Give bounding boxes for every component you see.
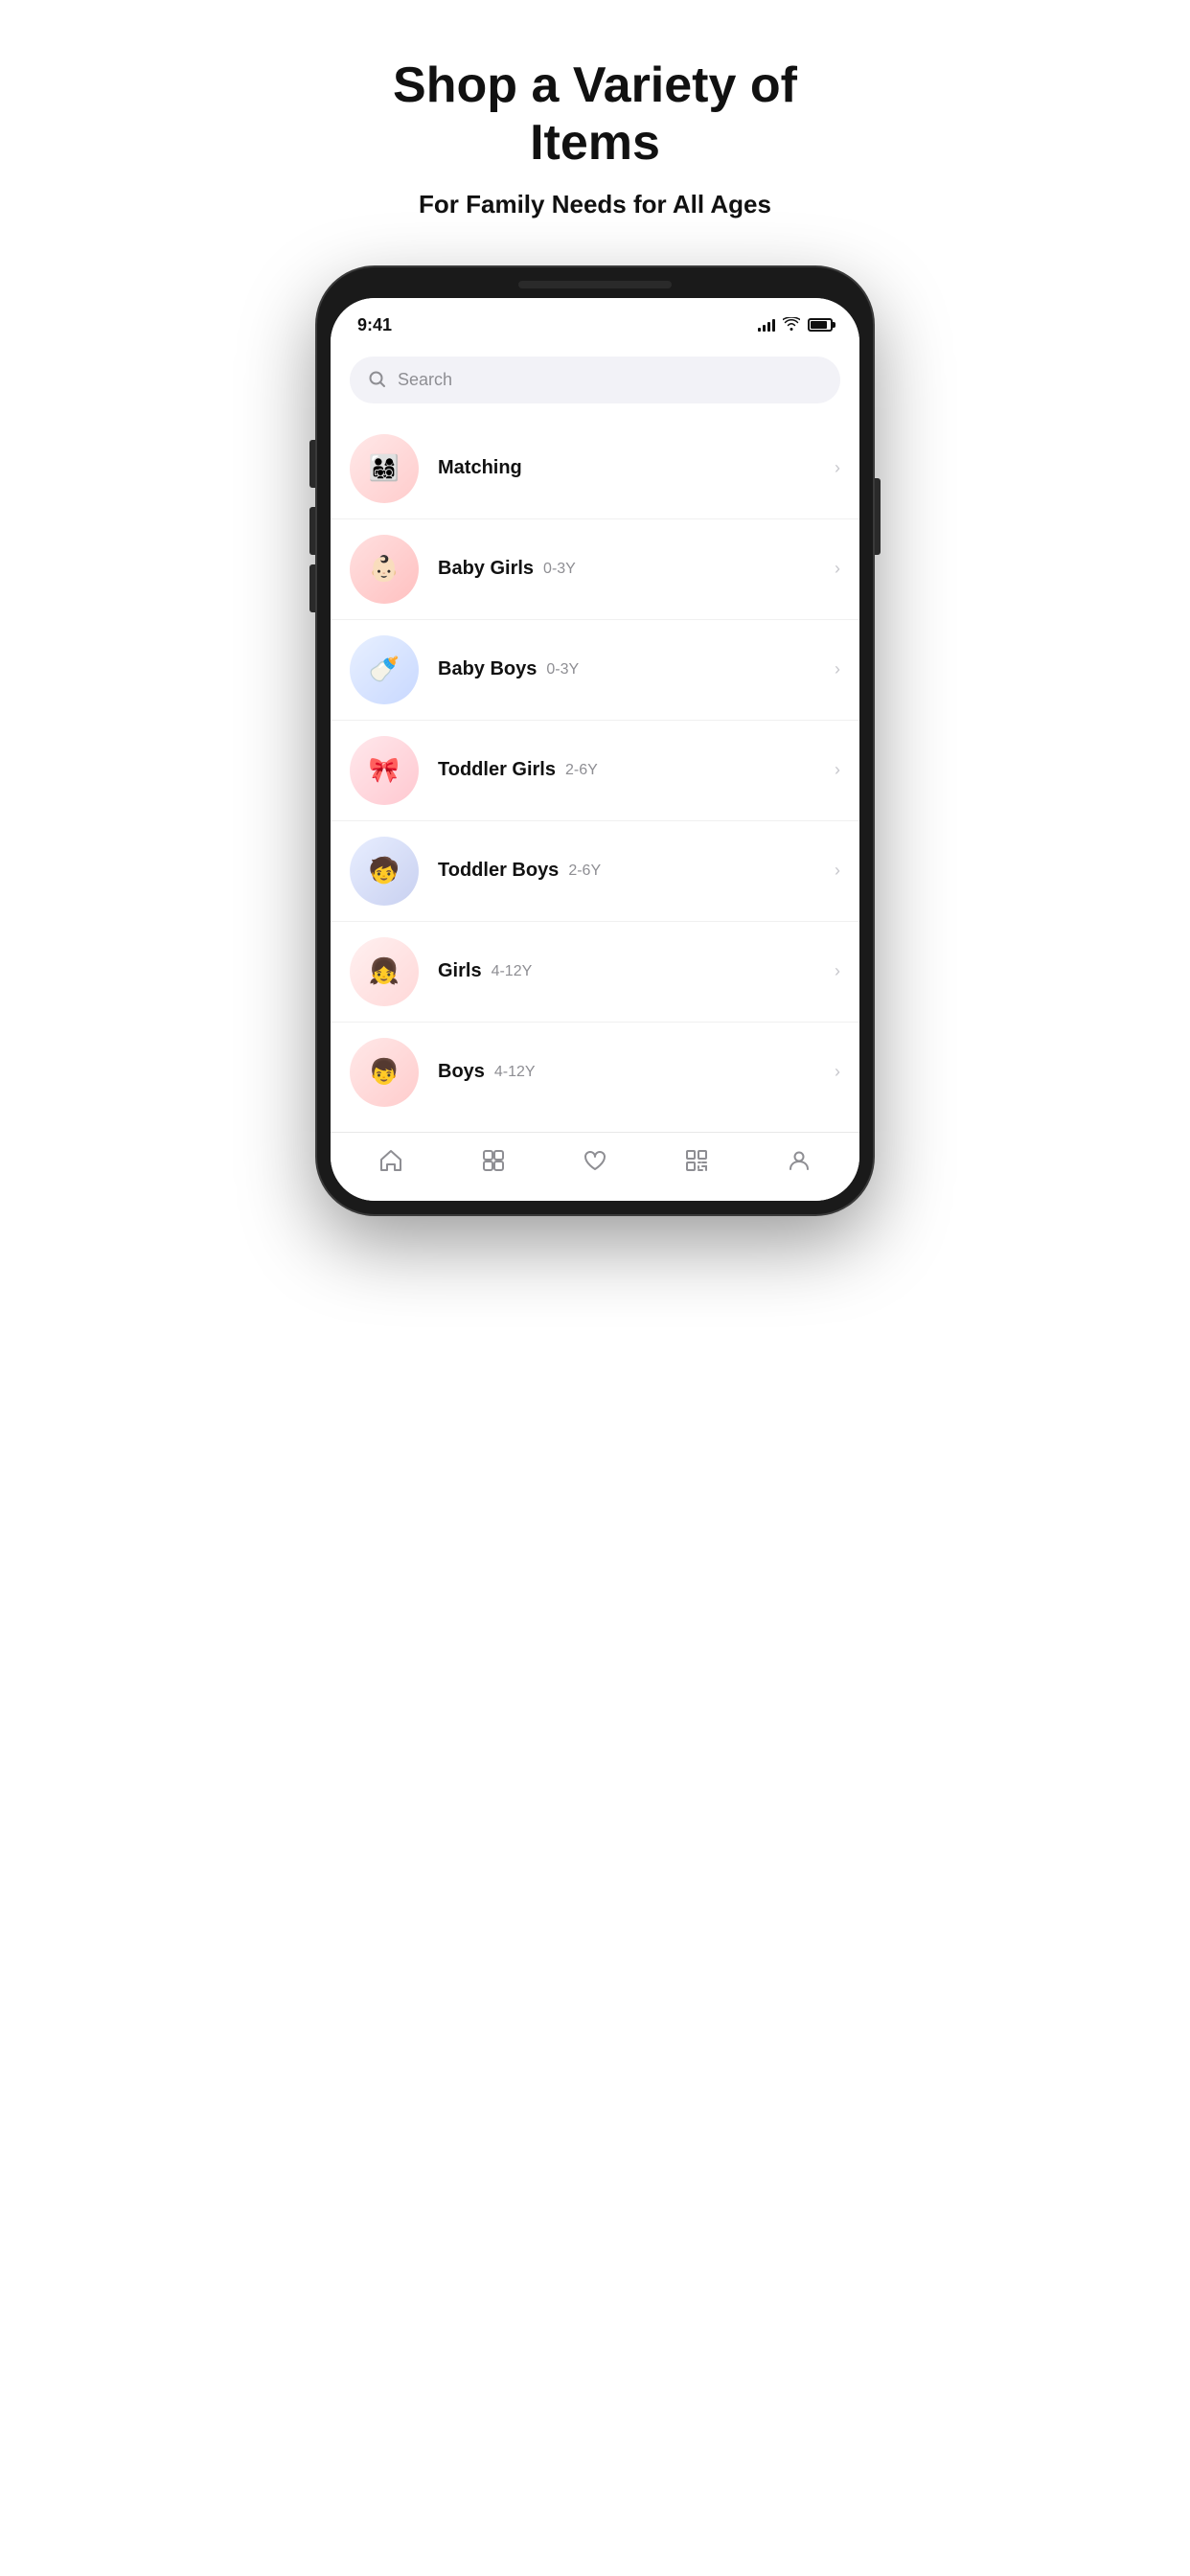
phone-notch (518, 281, 672, 288)
category-list: 👨‍👩‍👧‍👦 Matching › 👶🏻 Baby Girls 0-3Y › … (331, 419, 859, 1132)
category-avatar-baby-boys: 🍼 (350, 635, 419, 704)
category-item-toddler-boys[interactable]: 🧒 Toddler Boys 2-6Y › (331, 821, 859, 922)
status-bar: 9:41 (331, 298, 859, 345)
signal-icon (758, 318, 775, 332)
page-subtitle: For Family Needs for All Ages (393, 190, 797, 219)
nav-item-categories[interactable] (442, 1148, 543, 1178)
category-avatar-toddler-boys: 🧒 (350, 837, 419, 906)
category-name-toddler-boys: Toddler Boys (438, 860, 559, 882)
category-age-toddler-boys: 2-6Y (568, 862, 601, 880)
category-item-baby-girls[interactable]: 👶🏻 Baby Girls 0-3Y › (331, 519, 859, 620)
category-item-girls[interactable]: 👧 Girls 4-12Y › (331, 922, 859, 1023)
heart-icon (583, 1148, 607, 1178)
category-info-baby-boys: Baby Boys 0-3Y (438, 658, 835, 680)
category-name-girls: Girls (438, 960, 482, 982)
category-age-baby-girls: 0-3Y (543, 561, 576, 578)
category-name-baby-boys: Baby Boys (438, 658, 537, 680)
chevron-icon-toddler-boys: › (835, 861, 840, 881)
scan-icon (684, 1148, 709, 1178)
bottom-nav (331, 1132, 859, 1201)
category-name-boys: Boys (438, 1061, 485, 1083)
nav-item-profile[interactable] (748, 1148, 850, 1178)
chevron-icon-baby-girls: › (835, 559, 840, 579)
category-info-boys: Boys 4-12Y (438, 1061, 835, 1083)
search-placeholder: Search (398, 370, 452, 390)
category-info-toddler-girls: Toddler Girls 2-6Y (438, 759, 835, 781)
nav-item-scan[interactable] (646, 1148, 747, 1178)
chevron-icon-boys: › (835, 1062, 840, 1082)
chevron-icon-baby-boys: › (835, 659, 840, 679)
categories-icon (481, 1148, 506, 1178)
status-time: 9:41 (357, 315, 392, 335)
category-item-matching[interactable]: 👨‍👩‍👧‍👦 Matching › (331, 419, 859, 519)
category-avatar-matching: 👨‍👩‍👧‍👦 (350, 434, 419, 503)
category-avatar-girls: 👧 (350, 937, 419, 1006)
category-item-boys[interactable]: 👦 Boys 4-12Y › (331, 1023, 859, 1122)
chevron-icon-girls: › (835, 961, 840, 981)
profile-icon (787, 1148, 812, 1178)
search-bar[interactable]: Search (350, 356, 840, 403)
search-container: Search (331, 345, 859, 419)
category-info-girls: Girls 4-12Y (438, 960, 835, 982)
category-avatar-boys: 👦 (350, 1038, 419, 1107)
page-title: Shop a Variety of Items (393, 58, 797, 172)
category-avatar-toddler-girls: 🎀 (350, 736, 419, 805)
home-icon (378, 1148, 403, 1178)
status-icons (758, 317, 833, 334)
category-info-toddler-boys: Toddler Boys 2-6Y (438, 860, 835, 882)
phone-screen: 9:41 (331, 298, 859, 1201)
nav-item-wishlist[interactable] (544, 1148, 646, 1178)
wifi-icon (783, 317, 800, 334)
category-item-toddler-girls[interactable]: 🎀 Toddler Girls 2-6Y › (331, 721, 859, 821)
category-age-boys: 4-12Y (494, 1064, 536, 1081)
category-age-baby-boys: 0-3Y (546, 661, 579, 678)
nav-item-home[interactable] (340, 1148, 442, 1178)
page-header: Shop a Variety of Items For Family Needs… (393, 58, 797, 219)
category-info-baby-girls: Baby Girls 0-3Y (438, 558, 835, 580)
category-name-toddler-girls: Toddler Girls (438, 759, 556, 781)
search-icon (369, 371, 386, 388)
category-name-baby-girls: Baby Girls (438, 558, 534, 580)
category-age-toddler-girls: 2-6Y (565, 762, 598, 779)
battery-icon (808, 318, 833, 332)
category-name-matching: Matching (438, 457, 522, 479)
phone-frame: 9:41 (317, 267, 873, 1214)
category-item-baby-boys[interactable]: 🍼 Baby Boys 0-3Y › (331, 620, 859, 721)
category-info-matching: Matching (438, 457, 835, 479)
chevron-icon-matching: › (835, 458, 840, 478)
category-age-girls: 4-12Y (492, 963, 533, 980)
category-avatar-baby-girls: 👶🏻 (350, 535, 419, 604)
chevron-icon-toddler-girls: › (835, 760, 840, 780)
